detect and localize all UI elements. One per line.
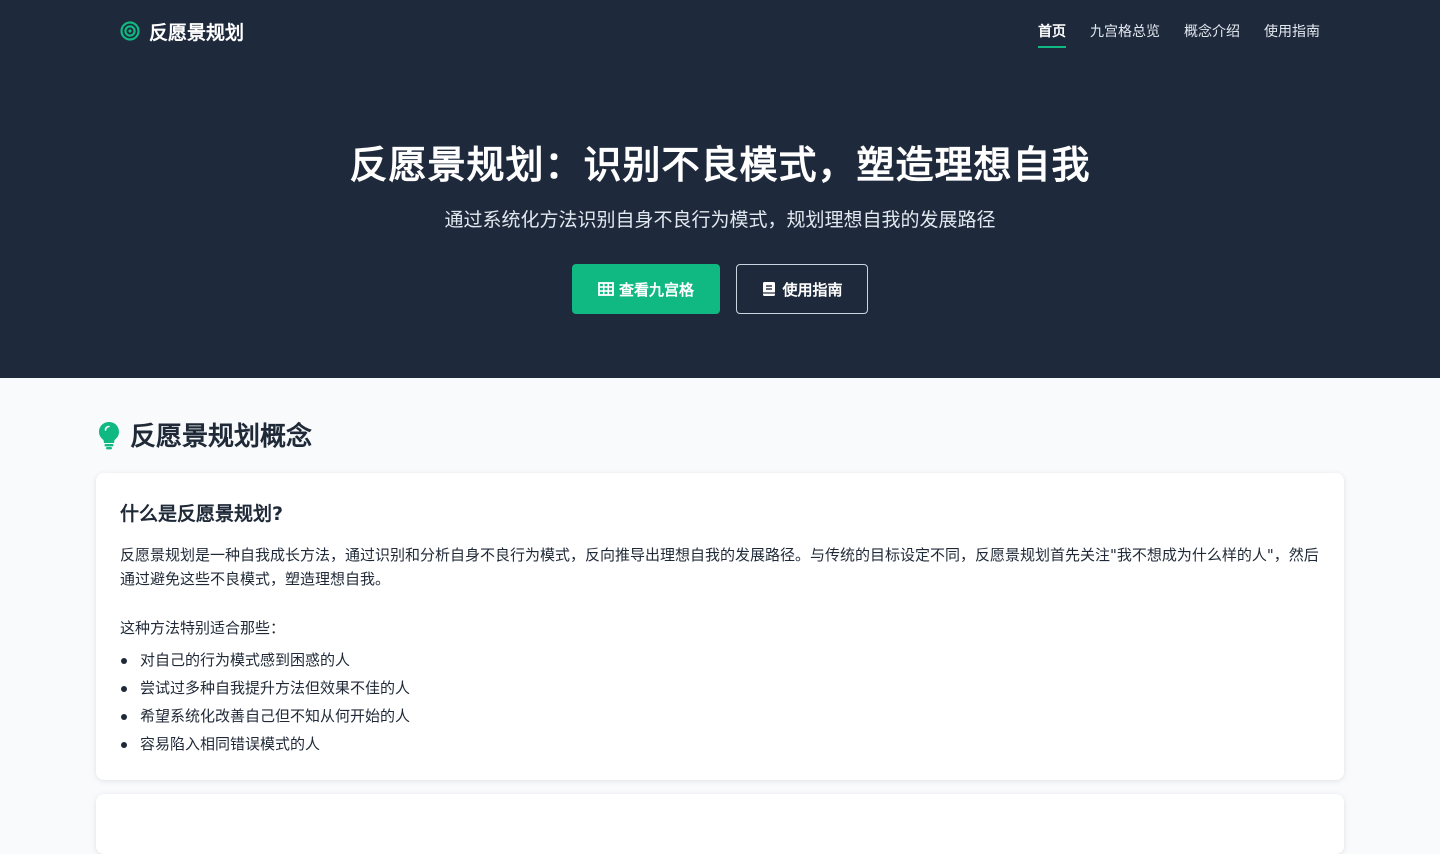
hero-subtitle: 通过系统化方法识别自身不良行为模式，规划理想自我的发展路径 bbox=[444, 209, 996, 231]
list-item: 容易陷入相同错误模式的人 bbox=[120, 730, 1320, 758]
navbar: 反愿景规划 首页 九宫格总览 概念介绍 使用指南 bbox=[120, 0, 1320, 62]
concept-heading-text: 反愿景规划概念 bbox=[130, 422, 313, 452]
guide-button-label: 使用指南 bbox=[782, 280, 843, 299]
nav-link-home[interactable]: 首页 bbox=[1038, 17, 1066, 48]
list-item: 对自己的行为模式感到困惑的人 bbox=[120, 646, 1320, 674]
guide-button[interactable]: 使用指南 bbox=[736, 264, 868, 314]
hero-title: 反愿景规划：识别不良模式，塑造理想自我 bbox=[349, 143, 1091, 187]
view-grid-button-label: 查看九宫格 bbox=[618, 280, 694, 299]
hero-buttons: 查看九宫格 使用指南 bbox=[0, 264, 1440, 314]
next-card bbox=[96, 794, 1344, 854]
card-lead: 这种方法特别适合那些： bbox=[120, 619, 286, 637]
card-paragraph: 反愿景规划是一种自我成长方法，通过识别和分析自身不良行为模式，反向推导出理想自我… bbox=[120, 546, 1319, 588]
card-title: 什么是反愿景规划? bbox=[120, 503, 284, 525]
concept-heading: 反愿景规划概念 bbox=[96, 416, 1344, 453]
brand-logo[interactable]: 反愿景规划 bbox=[120, 18, 244, 45]
concept-section: 反愿景规划概念 什么是反愿景规划? 反愿景规划是一种自我成长方法，通过识别和分析… bbox=[96, 378, 1344, 780]
concept-card: 什么是反愿景规划? 反愿景规划是一种自我成长方法，通过识别和分析自身不良行为模式… bbox=[96, 473, 1344, 780]
list-item: 尝试过多种自我提升方法但效果不佳的人 bbox=[120, 674, 1320, 702]
lightbulb-icon bbox=[96, 420, 122, 450]
nav-links: 首页 九宫格总览 概念介绍 使用指南 bbox=[1038, 17, 1320, 48]
suitable-list: 对自己的行为模式感到困惑的人 尝试过多种自我提升方法但效果不佳的人 希望系统化改… bbox=[120, 646, 1320, 758]
grid-icon bbox=[598, 281, 614, 297]
book-icon bbox=[761, 281, 777, 297]
nav-link-concept[interactable]: 概念介绍 bbox=[1184, 17, 1240, 45]
list-item: 希望系统化改善自己但不知从何开始的人 bbox=[120, 702, 1320, 730]
hero-section: 反愿景规划 首页 九宫格总览 概念介绍 使用指南 反愿景规划：识别不良模式，塑造… bbox=[0, 0, 1440, 378]
nav-link-grid-overview[interactable]: 九宫格总览 bbox=[1090, 17, 1160, 45]
nav-link-guide[interactable]: 使用指南 bbox=[1264, 17, 1320, 45]
brand-name: 反愿景规划 bbox=[149, 21, 245, 44]
view-grid-button[interactable]: 查看九宫格 bbox=[572, 264, 720, 314]
target-icon bbox=[120, 21, 140, 41]
